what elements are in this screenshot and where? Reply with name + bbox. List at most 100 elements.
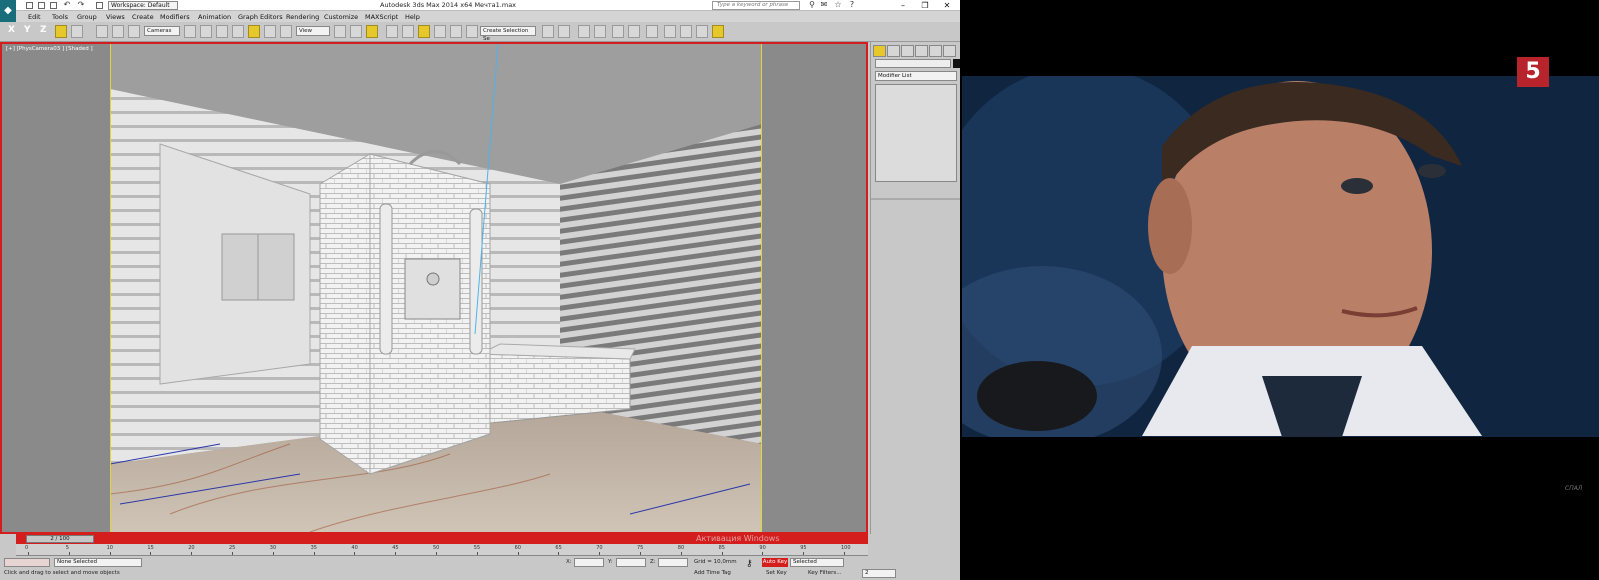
material-editor-button[interactable] xyxy=(646,25,658,38)
edit-selection-set-button[interactable] xyxy=(466,25,478,38)
pivot-center-button[interactable] xyxy=(334,25,346,38)
object-color-swatch[interactable] xyxy=(953,59,960,68)
graphite-toggle-button[interactable] xyxy=(594,25,606,38)
menu-help[interactable]: Help xyxy=(405,13,420,21)
selection-filter-dropdown[interactable]: Cameras xyxy=(144,26,180,36)
angle-snap-button[interactable] xyxy=(386,25,398,38)
help-icon[interactable]: ? xyxy=(848,1,856,9)
unlink-selection-button[interactable] xyxy=(112,25,124,38)
snap-toggle-button[interactable] xyxy=(366,25,378,38)
schematic-view-button[interactable] xyxy=(628,25,640,38)
new-file-icon[interactable] xyxy=(26,2,33,9)
curve-editor-button[interactable] xyxy=(612,25,624,38)
auto-key-button[interactable]: Auto Key xyxy=(762,558,788,567)
select-manipulate-button[interactable] xyxy=(350,25,362,38)
hierarchy-tab[interactable] xyxy=(901,45,914,57)
render-setup-button[interactable] xyxy=(664,25,676,38)
menu-modifiers[interactable]: Modifiers xyxy=(160,13,190,21)
create-tab[interactable] xyxy=(873,45,886,57)
project-folder-icon[interactable] xyxy=(96,2,103,9)
select-move-button[interactable] xyxy=(248,25,260,38)
add-time-tag[interactable]: Add Time Tag xyxy=(694,570,731,576)
axis-x-label[interactable]: X xyxy=(8,25,15,35)
coord-x-input[interactable] xyxy=(574,558,604,567)
communication-icon[interactable]: ✉ xyxy=(820,1,828,9)
undo-icon[interactable]: ↶ xyxy=(63,1,71,9)
layer-manager-button[interactable] xyxy=(578,25,590,38)
edit-named-selection-button[interactable] xyxy=(434,25,446,38)
time-slider-track[interactable]: 2 / 100 Активация Windows xyxy=(16,534,868,544)
object-name-input[interactable] xyxy=(875,59,951,68)
key-icon[interactable]: ⚷ xyxy=(746,559,753,569)
modifier-stack[interactable] xyxy=(875,84,957,182)
coord-z-input[interactable] xyxy=(658,558,688,567)
viewport-label[interactable]: [+] [PhysCamera03 ] [Shaded ] xyxy=(6,46,93,52)
mirror-button[interactable] xyxy=(450,25,462,38)
star-icon[interactable]: ☆ xyxy=(834,1,842,9)
select-rotate-button[interactable] xyxy=(264,25,276,38)
menu-edit[interactable]: Edit xyxy=(28,13,41,21)
time-slider[interactable]: 2 / 100 xyxy=(26,535,94,543)
track-bar-tick-label: 20 xyxy=(188,545,195,551)
rendered-frame-window-button[interactable] xyxy=(680,25,692,38)
track-bar[interactable]: 0 5 10 15 20 25 30 35 40 45 50 55 60 65 70 75 80 85 90 95 10… xyxy=(16,544,868,556)
track-bar-tick xyxy=(395,552,397,555)
menu-graph-editors[interactable]: Graph Editors xyxy=(238,13,283,21)
window-crossing-button[interactable] xyxy=(232,25,244,38)
set-key-button[interactable]: Set Key xyxy=(766,570,787,576)
region-select-button[interactable] xyxy=(216,25,228,38)
select-scale-button[interactable] xyxy=(280,25,292,38)
axis-z-label[interactable]: Z xyxy=(40,25,47,35)
render-production-button[interactable] xyxy=(696,25,708,38)
motion-tab[interactable] xyxy=(915,45,928,57)
utilities-tab[interactable] xyxy=(943,45,956,57)
select-link-button[interactable] xyxy=(96,25,108,38)
modify-tab[interactable] xyxy=(887,45,900,57)
menu-rendering[interactable]: Rendering xyxy=(286,13,319,21)
track-bar-tick-label: 35 xyxy=(310,545,317,551)
menu-views[interactable]: Views xyxy=(106,13,125,21)
display-tab[interactable] xyxy=(929,45,942,57)
restore-button[interactable]: ❐ xyxy=(914,0,936,11)
minimize-button[interactable]: – xyxy=(892,0,914,11)
axis-constraint-button[interactable] xyxy=(55,25,67,38)
redo-icon[interactable]: ↷ xyxy=(77,1,85,9)
percent-snap-button[interactable] xyxy=(402,25,414,38)
perspective-viewport[interactable]: [+] [PhysCamera03 ] [Shaded ] xyxy=(0,42,868,534)
maxscript-listener[interactable] xyxy=(4,558,50,567)
select-object-button[interactable] xyxy=(184,25,196,38)
align-button[interactable] xyxy=(558,25,570,38)
unlink-button[interactable] xyxy=(71,25,83,38)
spinner-snap-button[interactable] xyxy=(418,25,430,38)
key-mode-dropdown[interactable]: Selected xyxy=(790,558,844,567)
coord-y-input[interactable] xyxy=(616,558,646,567)
menu-animation[interactable]: Animation xyxy=(198,13,231,21)
bind-spacewarp-button[interactable] xyxy=(128,25,140,38)
mirror-tool-button[interactable] xyxy=(542,25,554,38)
binoculars-icon[interactable]: ⚲ xyxy=(808,1,816,9)
menu-group[interactable]: Group xyxy=(77,13,97,21)
track-bar-tick-label: 55 xyxy=(473,545,481,551)
save-file-icon[interactable] xyxy=(50,2,57,9)
named-selection-sets-dropdown[interactable]: Create Selection Se xyxy=(480,26,536,42)
menu-tools[interactable]: Tools xyxy=(52,13,68,21)
search-input[interactable]: Type a keyword or phrase xyxy=(712,1,800,10)
workspace-dropdown[interactable]: Workspace: Default xyxy=(108,1,178,10)
command-panel: Modifier List xyxy=(870,42,960,534)
max-logo-icon[interactable]: ◆ xyxy=(0,0,16,22)
close-button[interactable]: ✕ xyxy=(936,0,958,11)
track-bar-tick xyxy=(476,552,478,555)
select-by-name-button[interactable] xyxy=(200,25,212,38)
key-filters-button[interactable]: Key Filters... xyxy=(808,570,841,576)
menu-customize[interactable]: Customize xyxy=(324,13,358,21)
axis-y-label[interactable]: Y xyxy=(24,25,31,35)
open-file-icon[interactable] xyxy=(38,2,45,9)
track-bar-tick-label: 40 xyxy=(351,545,358,551)
render-iterative-button[interactable] xyxy=(712,25,724,38)
reference-coordinate-dropdown[interactable]: View xyxy=(296,26,330,36)
track-bar-tick-label: 30 xyxy=(269,545,277,551)
current-frame-input[interactable]: 2 xyxy=(862,569,896,578)
menu-create[interactable]: Create xyxy=(132,13,154,21)
modifier-list-dropdown[interactable]: Modifier List xyxy=(875,71,957,81)
menu-maxscript[interactable]: MAXScript xyxy=(365,13,398,21)
